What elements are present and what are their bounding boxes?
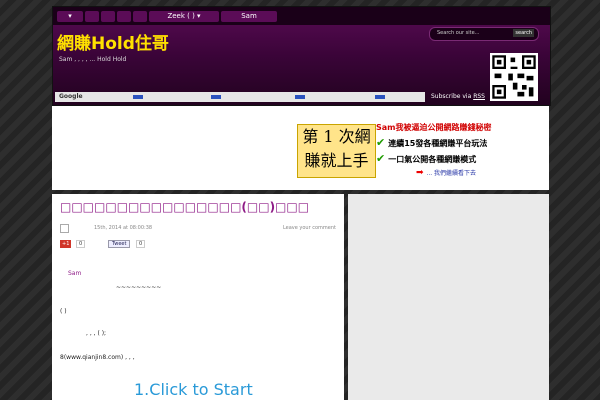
post-date: 15th, 2014 at 08:00:38 (94, 225, 153, 231)
post-line: ( ) (60, 308, 67, 315)
rss-link[interactable]: RSS (473, 93, 485, 100)
nav-item[interactable] (117, 11, 131, 22)
page-wrapper: ▾ Zeek ( ) ▾ Sam 網賺Hold住哥 Sam , , , , ..… (52, 6, 551, 400)
ad-box-line: 第 1 次網 (302, 127, 371, 146)
qr-code-image (490, 53, 538, 101)
google-label: Google (59, 93, 83, 100)
subscribe-label: Subscribe via (431, 93, 474, 100)
check-icon: ✔ (376, 136, 386, 149)
post-title[interactable]: □□□□□□□□□□□□□□□□(□□)□□□ (60, 200, 309, 214)
click-to-start-link[interactable]: 1.Click to Start (134, 380, 253, 399)
site-logo[interactable]: 網賺Hold住哥 (57, 29, 169, 54)
tweet-count: 0 (136, 240, 146, 248)
nav-item-zeek[interactable]: Zeek ( ) ▾ (149, 11, 219, 22)
site-header: ▾ Zeek ( ) ▾ Sam 網賺Hold住哥 Sam , , , , ..… (52, 6, 551, 106)
ad-box-line: 賺就上手 (304, 151, 369, 170)
post-article: □□□□□□□□□□□□□□□□(□□)□□□ 15th, 2014 at 08… (52, 194, 344, 400)
subscribe-text: Subscribe via RSS (431, 93, 485, 100)
search-input[interactable]: Search our site... (437, 30, 479, 36)
check-icon: ✔ (376, 152, 386, 165)
ad-banner: 第 1 次網 賺就上手 Sam我被逼迫公開網路賺錢秘密 ✔ 連續15發各種網賺平台… (52, 106, 549, 190)
ad-image[interactable]: 第 1 次網 賺就上手 (297, 124, 376, 178)
gplus-button[interactable]: +1 (60, 240, 72, 248)
flag-icon[interactable] (211, 95, 221, 99)
post-line: ~~~~~~~~~ (116, 284, 162, 291)
post-line: Sam (68, 270, 82, 277)
site-description: Sam , , , , ... Hold Hold (59, 56, 127, 63)
top-navigation: ▾ Zeek ( ) ▾ Sam (53, 7, 550, 25)
ad-more-label: ... 我們繼續看下去 (426, 170, 477, 177)
post-line: , , , ( ); (86, 330, 107, 337)
leave-comment-link[interactable]: Leave your comment (283, 225, 336, 231)
flag-icon[interactable] (295, 95, 305, 99)
nav-item-sam[interactable]: Sam (221, 11, 277, 22)
nav-item[interactable] (85, 11, 99, 22)
nav-item[interactable] (101, 11, 115, 22)
post-meta: 15th, 2014 at 08:00:38 Leave your commen… (60, 224, 336, 234)
google-translate-bar: Google (55, 92, 425, 102)
flag-icon[interactable] (375, 95, 385, 99)
ad-text-list: Sam我被逼迫公開網路賺錢秘密 ✔ 連續15發各種網賺平台玩法 ✔ 一口氣公開各種網… (376, 122, 546, 178)
search-button[interactable]: search (513, 29, 534, 37)
gplus-count: 0 (76, 240, 86, 248)
nav-item-menu[interactable]: ▾ (57, 11, 83, 22)
ad-list-item: ✔ 連續15發各種網賺平台玩法 (376, 136, 546, 149)
calendar-icon (60, 224, 69, 233)
sidebar (348, 194, 549, 400)
ad-list-item-label: 連續15發各種網賺平台玩法 (388, 139, 488, 148)
ad-title[interactable]: Sam我被逼迫公開網路賺錢秘密 (376, 122, 546, 133)
nav-item[interactable] (133, 11, 147, 22)
post-line: 8(www.qianjin8.com) , , , (60, 354, 135, 361)
tweet-button[interactable]: Tweet (108, 240, 131, 248)
flag-icon[interactable] (133, 95, 143, 99)
qr-code-icon (490, 53, 538, 101)
ad-list-item-label: 一口氣公開各種網賺模式 (388, 155, 477, 164)
ad-list-item: ✔ 一口氣公開各種網賺模式 (376, 152, 546, 165)
search-box: Search our site... search (429, 27, 539, 41)
arrow-right-icon: ➡ (416, 168, 427, 178)
ad-more-link[interactable]: ➡ ... 我們繼續看下去 (376, 168, 546, 178)
